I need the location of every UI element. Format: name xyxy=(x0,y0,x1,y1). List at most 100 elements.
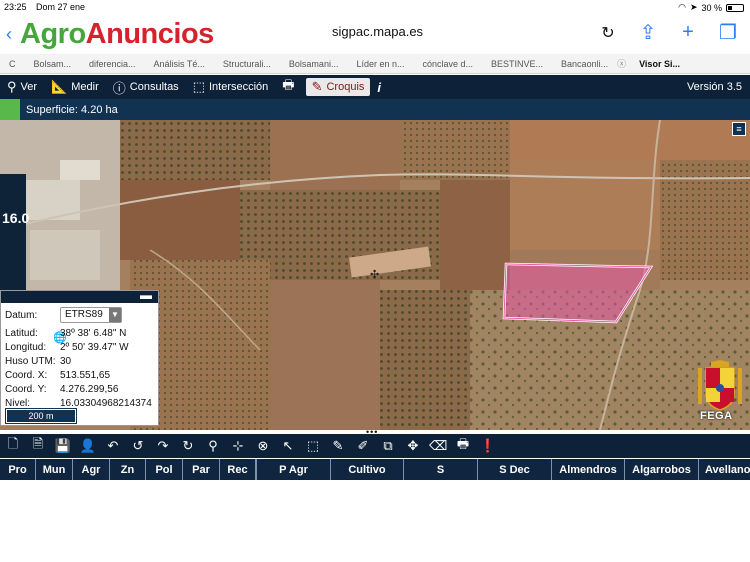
add-vertex-icon[interactable]: ⊹ xyxy=(229,438,247,454)
tab[interactable]: Bancaonli... xyxy=(552,59,617,69)
datum-row: Datum: xyxy=(5,310,38,321)
draw-icon[interactable]: ✐ xyxy=(354,438,372,454)
column-header[interactable]: Algarrobos xyxy=(625,459,699,480)
tab[interactable]: BESTINVE... xyxy=(482,59,552,69)
battery-icon xyxy=(726,3,744,12)
utm-zone-row: Huso UTM: 30 xyxy=(5,356,72,367)
move-icon[interactable]: ✥ xyxy=(404,438,422,454)
surface-bar: Superficie: 4.20 ha xyxy=(0,99,750,120)
coord-y-value: 4.276.299,56 xyxy=(60,384,119,395)
croquis-button[interactable]: ✎ Croquis xyxy=(305,78,371,96)
panel-header: ▬ xyxy=(1,288,158,303)
reload-icon[interactable]: ↻ xyxy=(598,23,618,43)
medir-button[interactable]: 📐 Medir xyxy=(44,75,106,99)
column-header[interactable]: Zn xyxy=(110,459,146,480)
select-area-icon[interactable]: ⬚ xyxy=(304,438,322,454)
app-toolbar: ⚲ Ver 📐 Medir ⓘ Consultas ⬚ Intersección… xyxy=(0,75,750,99)
column-header[interactable]: Almendros xyxy=(552,459,625,480)
interseccion-button[interactable]: ⬚ Intersección xyxy=(186,75,276,99)
latitude-row: Latitud: 38º 38' 6.48" N xyxy=(5,328,127,339)
coord-y-row: Coord. Y: 4.276.299,56 xyxy=(5,384,119,395)
location-icon: ➤ xyxy=(689,2,698,12)
copy-icon[interactable]: ⧉ xyxy=(379,438,397,454)
layers-icon[interactable]: ≡ xyxy=(732,122,746,136)
level-row: Nivel: 16.03304968214374 xyxy=(5,398,152,409)
column-header[interactable]: Pro xyxy=(0,459,36,480)
column-header[interactable]: Avellano xyxy=(699,459,750,480)
info-icon: ⓘ xyxy=(112,80,126,96)
browser-address-bar: ‹ AgroAnuncios sigpac.mapa.es ↻ ⇪ + ❐ xyxy=(0,14,750,54)
version-label: Versión 3.5 xyxy=(686,81,742,93)
wifi-icon: ◠ xyxy=(678,2,686,12)
close-tab-icon[interactable]: ⓧ xyxy=(617,57,626,70)
back-icon[interactable]: ‹ xyxy=(6,24,12,45)
minimize-icon[interactable]: ▬ xyxy=(140,288,152,302)
ios-status-bar: 23:25 Dom 27 ene ◠ ➤ 30 % xyxy=(0,0,750,14)
browser-actions: ↻ ⇪ + ❐ xyxy=(598,20,738,45)
new-tab-icon[interactable]: + xyxy=(678,21,698,44)
column-header[interactable]: Cultivo xyxy=(331,459,404,480)
attribute-table-header: Pro Mun Agr Zn Pol Par Rec P Agr Cultivo… xyxy=(0,459,750,480)
longitude-value: 2º 50' 39.47" W xyxy=(60,342,129,353)
utm-zone-value: 30 xyxy=(60,356,72,367)
datum-select[interactable]: ETRS89 ▼ xyxy=(60,307,122,323)
column-header[interactable]: Mun xyxy=(36,459,73,480)
eraser-icon[interactable]: ⌫ xyxy=(429,438,447,454)
new-file-icon[interactable]: 🗋 xyxy=(4,435,22,457)
print-button[interactable]: 🖶 xyxy=(275,75,301,99)
url-field[interactable]: sigpac.mapa.es xyxy=(332,24,423,39)
ver-button[interactable]: ⚲ Ver xyxy=(0,75,44,99)
redo-all-icon[interactable]: ↻ xyxy=(179,438,197,454)
level-value: 16.03304968214374 xyxy=(60,398,152,409)
save-icon[interactable]: 💾 xyxy=(54,438,72,454)
column-header[interactable]: S xyxy=(404,459,478,480)
tab[interactable]: Análisis Té... xyxy=(145,59,214,69)
info-italic-icon: i xyxy=(377,79,382,95)
tab[interactable]: Bolsam... xyxy=(25,59,81,69)
column-header[interactable]: Rec xyxy=(220,459,257,480)
tab[interactable]: Structurali... xyxy=(214,59,280,69)
coord-x-row: Coord. X: 513.551,65 xyxy=(5,370,111,381)
column-header[interactable]: Agr xyxy=(73,459,110,480)
battery-percent: 30 % xyxy=(701,2,722,13)
fega-label: FEGA xyxy=(700,410,733,422)
tab-active[interactable]: Visor Si... xyxy=(630,59,689,69)
svg-text:✣: ✣ xyxy=(370,268,379,281)
longitude-row: Longitud: 2º 50' 39.47" W xyxy=(5,342,129,353)
undo-icon[interactable]: ↶ xyxy=(104,438,122,454)
pencil-icon: ✎ xyxy=(311,79,323,94)
tab[interactable]: Bolsamani... xyxy=(280,59,348,69)
print-icon[interactable]: 🖶 xyxy=(454,435,472,457)
zoom-level-indicator: 16.0 xyxy=(0,174,29,292)
user-icon[interactable]: 👤 xyxy=(79,438,97,454)
draw-add-icon[interactable]: ✎ xyxy=(329,438,347,454)
column-header[interactable]: Par xyxy=(183,459,220,480)
status-time: 23:25 xyxy=(4,2,27,12)
open-file-icon[interactable]: 🗎 xyxy=(29,435,47,457)
ruler-icon: 📐 xyxy=(51,79,68,94)
print-icon: 🖶 xyxy=(282,77,295,92)
tab[interactable]: Líder en n... xyxy=(347,59,413,69)
column-header[interactable]: P Agr xyxy=(257,459,331,480)
share-icon[interactable]: ⇪ xyxy=(638,20,658,45)
tabs-overview-icon[interactable]: ❐ xyxy=(718,20,738,45)
agroanuncios-logo: AgroAnuncios xyxy=(20,18,214,50)
undo-all-icon[interactable]: ↺ xyxy=(129,438,147,454)
status-date: Dom 27 ene xyxy=(36,2,86,12)
alert-icon[interactable]: ❗ xyxy=(479,438,497,454)
coordinates-panel: ▬ Datum: ETRS89 ▼ 🌐 Latitud: 38º 38' 6.4… xyxy=(0,288,159,426)
remove-vertex-icon[interactable]: ⊗ xyxy=(254,438,272,454)
consultas-button[interactable]: ⓘ Consultas xyxy=(106,75,186,99)
tab[interactable]: C xyxy=(0,59,25,69)
select-pointer-icon[interactable]: ↖ xyxy=(279,438,297,454)
surface-label: Superficie: 4.20 ha xyxy=(26,103,118,116)
column-header[interactable]: Pol xyxy=(146,459,183,480)
about-button[interactable]: i xyxy=(370,75,388,99)
tab[interactable]: diferencia... xyxy=(80,59,145,69)
tab[interactable]: cónclave d... xyxy=(414,59,483,69)
scale-bar: 200 m xyxy=(5,408,77,424)
status-right: ◠ ➤ 30 % xyxy=(678,2,744,13)
search-parcel-icon[interactable]: ⚲ xyxy=(204,438,222,454)
redo-icon[interactable]: ↷ xyxy=(154,438,172,454)
column-header[interactable]: S Dec xyxy=(478,459,552,480)
